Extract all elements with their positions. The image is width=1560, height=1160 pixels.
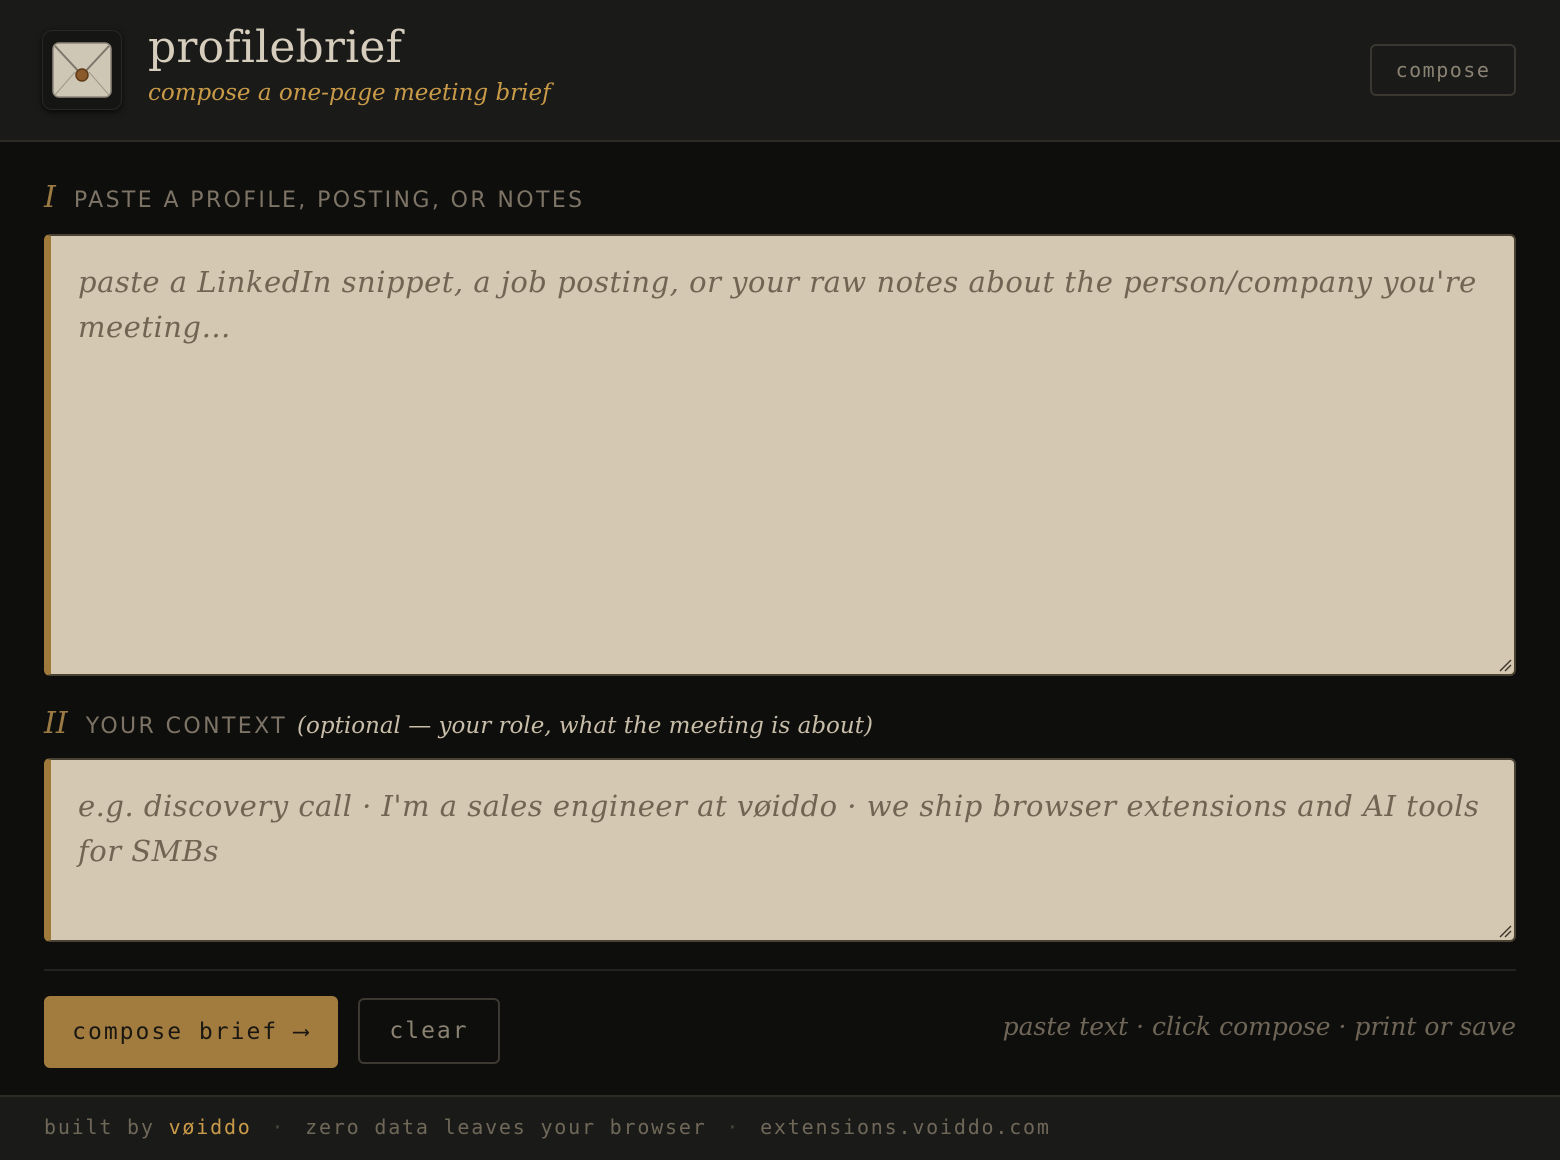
- usage-hint: paste text · click compose · print or sa…: [1002, 1012, 1516, 1041]
- footer: built by vøiddo · zero data leaves your …: [0, 1095, 1560, 1160]
- section-1-heading: I PASTE A PROFILE, POSTING, OR NOTES: [44, 180, 585, 215]
- footer-brand-link[interactable]: vøiddo: [169, 1115, 252, 1139]
- app-logo: [42, 30, 122, 110]
- divider: [44, 969, 1516, 971]
- envelope-icon: [52, 42, 112, 98]
- compose-button[interactable]: compose: [1370, 44, 1516, 96]
- footer-text: built by vøiddo · zero data leaves your …: [44, 1115, 1051, 1139]
- section-1-label: PASTE A PROFILE, POSTING, OR NOTES: [73, 188, 585, 213]
- footer-privacy: zero data leaves your browser: [305, 1115, 707, 1139]
- section-2-label: YOUR CONTEXT: [85, 714, 288, 739]
- resize-handle-icon[interactable]: [1498, 658, 1512, 672]
- footer-separator: ·: [726, 1115, 741, 1139]
- app-title: profilebrief: [148, 22, 403, 73]
- section-1-numeral: I: [44, 180, 56, 215]
- app-subtitle: compose a one-page meeting brief: [148, 80, 551, 106]
- section-2-hint: (optional — your role, what the meeting …: [297, 713, 873, 739]
- profile-notes-input[interactable]: [51, 236, 1514, 674]
- clear-button[interactable]: clear: [358, 998, 500, 1064]
- footer-site-link[interactable]: extensions.voiddo.com: [760, 1115, 1051, 1139]
- context-input[interactable]: [51, 760, 1514, 940]
- context-field: [44, 758, 1516, 942]
- compose-brief-button[interactable]: compose brief ⟶: [44, 996, 338, 1068]
- app-header: profilebrief compose a one-page meeting …: [0, 0, 1560, 142]
- section-2-numeral: II: [44, 706, 68, 741]
- footer-separator: ·: [271, 1115, 286, 1139]
- footer-built-by: built by: [44, 1115, 155, 1139]
- section-2-heading: II YOUR CONTEXT (optional — your role, w…: [44, 706, 873, 741]
- resize-handle-icon[interactable]: [1498, 924, 1512, 938]
- profile-notes-field: [44, 234, 1516, 676]
